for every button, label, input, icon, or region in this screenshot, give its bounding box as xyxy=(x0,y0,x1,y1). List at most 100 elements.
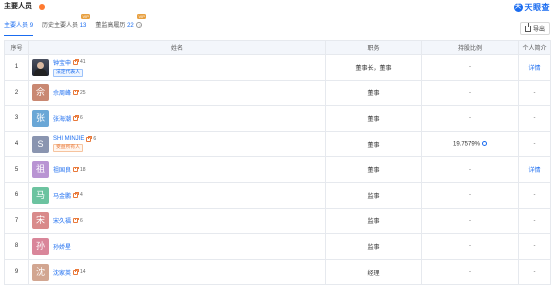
tab-main-personnel[interactable]: 主要人员 9 xyxy=(4,20,34,36)
table-row: 5 祖祖国良 18 董事 - 详情 xyxy=(4,156,551,183)
table-row: 3 张张海潮 6 董事 - - xyxy=(4,105,551,132)
tab-label: 董监高履历 xyxy=(95,23,126,29)
ratio-value: - xyxy=(469,64,471,71)
row-index: 4 xyxy=(4,130,29,158)
avatar[interactable]: 宋 xyxy=(32,212,49,230)
legal-rep-tag: 法定代表人 xyxy=(53,68,83,77)
row-index: 5 xyxy=(4,156,29,183)
name-cell: 孙孙娇星 xyxy=(28,233,326,260)
bio-detail-link[interactable]: 详情 xyxy=(528,168,540,174)
tab-count: 13 xyxy=(79,23,87,29)
personnel-table: 序号 姓名 职务 持股比例 个人简介 1 钟宝申 41 法定代表人 董事长，董事 - 详情 2… xyxy=(4,40,551,286)
bio-cell: - xyxy=(518,207,551,235)
bio-detail-link[interactable]: 详情 xyxy=(528,66,540,72)
company-count-icon xyxy=(73,59,80,65)
person-name-link[interactable]: 马金鹏 xyxy=(53,191,71,200)
bio-value: - xyxy=(533,269,536,276)
vip-badge: VIP xyxy=(137,14,147,19)
company-count-icon xyxy=(73,166,80,173)
col-header-bio: 个人简介 xyxy=(518,40,551,55)
table-row: 1 钟宝申 41 法定代表人 董事长，董事 - 详情 xyxy=(4,54,551,81)
equity-chart-icon[interactable] xyxy=(482,140,488,146)
avatar-photo[interactable] xyxy=(32,58,49,76)
bio-value: - xyxy=(533,192,536,199)
avatar[interactable]: 祖 xyxy=(32,161,49,179)
notice-dot-icon xyxy=(39,4,45,10)
ratio-value: - xyxy=(469,166,471,173)
row-index: 6 xyxy=(4,181,29,209)
person-name-link[interactable]: 孙娇星 xyxy=(53,242,71,251)
position-cell: 监事 xyxy=(325,207,422,235)
position-cell: 监事 xyxy=(325,181,422,209)
row-index: 2 xyxy=(4,79,29,107)
company-count-icon xyxy=(73,269,80,275)
bio-value: - xyxy=(533,89,536,96)
person-name-link[interactable]: 宋久福 xyxy=(53,216,71,225)
avatar[interactable]: 马 xyxy=(32,186,49,204)
company-count: 4 xyxy=(80,192,83,199)
company-count-icon xyxy=(86,136,93,142)
name-cell: 佘佘周峰 25 xyxy=(28,79,326,107)
company-count: 41 xyxy=(80,59,86,66)
person-name-link[interactable]: 沈家英 xyxy=(53,268,71,277)
avatar[interactable]: S xyxy=(32,135,49,153)
export-icon xyxy=(524,22,531,32)
section-title: 主要人员 xyxy=(4,3,32,10)
tab-history-personnel[interactable]: 历史主要人员 13 VIP xyxy=(42,14,91,34)
brand-logo: 天 天眼查 xyxy=(513,2,551,12)
ratio-value: - xyxy=(469,269,471,276)
ratio-value: - xyxy=(469,243,471,250)
brand-logo-icon: 天 xyxy=(513,2,523,12)
ratio-value: 19.7579% xyxy=(452,141,481,148)
help-icon[interactable]: ? xyxy=(136,22,143,28)
ratio-cell: - xyxy=(421,156,519,183)
position-cell: 董事 xyxy=(325,130,422,158)
bio-cell: 详情 xyxy=(518,54,551,81)
avatar[interactable]: 张 xyxy=(32,109,49,127)
row-index: 1 xyxy=(4,54,29,81)
tab-label: 主要人员 xyxy=(4,23,29,29)
row-index: 7 xyxy=(4,207,29,235)
company-count: 6 xyxy=(80,115,83,122)
avatar[interactable]: 佘 xyxy=(32,84,49,102)
tab-executive-history[interactable]: 董监高履历 22 VIP ? xyxy=(95,14,147,34)
section-header: 主要人员 天 天眼查 xyxy=(4,2,550,14)
row-index: 9 xyxy=(4,258,29,286)
person-name-link[interactable]: 佘周峰 xyxy=(53,88,71,97)
company-count: 14 xyxy=(80,269,86,276)
name-cell: S SHI MINJIE 6 受益所有人 xyxy=(28,130,326,158)
avatar[interactable]: 孙 xyxy=(32,237,49,255)
tab-label: 历史主要人员 xyxy=(42,23,79,29)
bio-cell: - xyxy=(518,181,551,209)
export-button[interactable]: 导出 xyxy=(520,22,550,35)
person-name-link[interactable]: 祖国良 xyxy=(53,165,71,174)
table-header-row: 序号 姓名 职务 持股比例 个人简介 xyxy=(4,40,551,55)
ratio-cell: 19.7579% xyxy=(421,130,519,158)
ratio-cell: - xyxy=(421,181,519,209)
name-cell: 宋宋久福 6 xyxy=(28,207,326,235)
bio-cell: - xyxy=(518,130,551,158)
ratio-value: - xyxy=(469,115,471,122)
person-name-link[interactable]: 钟宝申 xyxy=(53,58,71,67)
avatar[interactable]: 沈 xyxy=(32,263,49,281)
ratio-cell: - xyxy=(421,233,519,260)
company-count-icon xyxy=(73,192,80,198)
table-row: 6 马马金鹏 4 监事 - - xyxy=(4,181,551,209)
table-row: 4 S SHI MINJIE 6 受益所有人 董事 19.7579% - xyxy=(4,130,551,158)
ratio-cell: - xyxy=(421,207,519,235)
name-cell: 钟宝申 41 法定代表人 xyxy=(28,54,326,81)
company-count: 6 xyxy=(93,136,97,143)
person-name-link[interactable]: SHI MINJIE xyxy=(53,136,84,142)
name-cell: 祖祖国良 18 xyxy=(28,156,326,183)
table-row: 9 沈沈家英 14 经理 - - xyxy=(4,258,551,286)
person-name-link[interactable]: 张海潮 xyxy=(53,114,71,123)
position-cell: 董事长，董事 xyxy=(325,54,422,81)
col-header-index: 序号 xyxy=(4,40,29,55)
company-count-icon xyxy=(73,89,80,96)
row-index: 3 xyxy=(4,105,29,132)
personnel-tabs: 主要人员 9 历史主要人员 13 VIP 董监高履历 22 VIP ? xyxy=(4,14,151,36)
row-index: 8 xyxy=(4,233,29,260)
bio-cell: 详情 xyxy=(518,156,551,183)
position-cell: 董事 xyxy=(325,156,422,183)
vip-badge: VIP xyxy=(80,14,91,19)
